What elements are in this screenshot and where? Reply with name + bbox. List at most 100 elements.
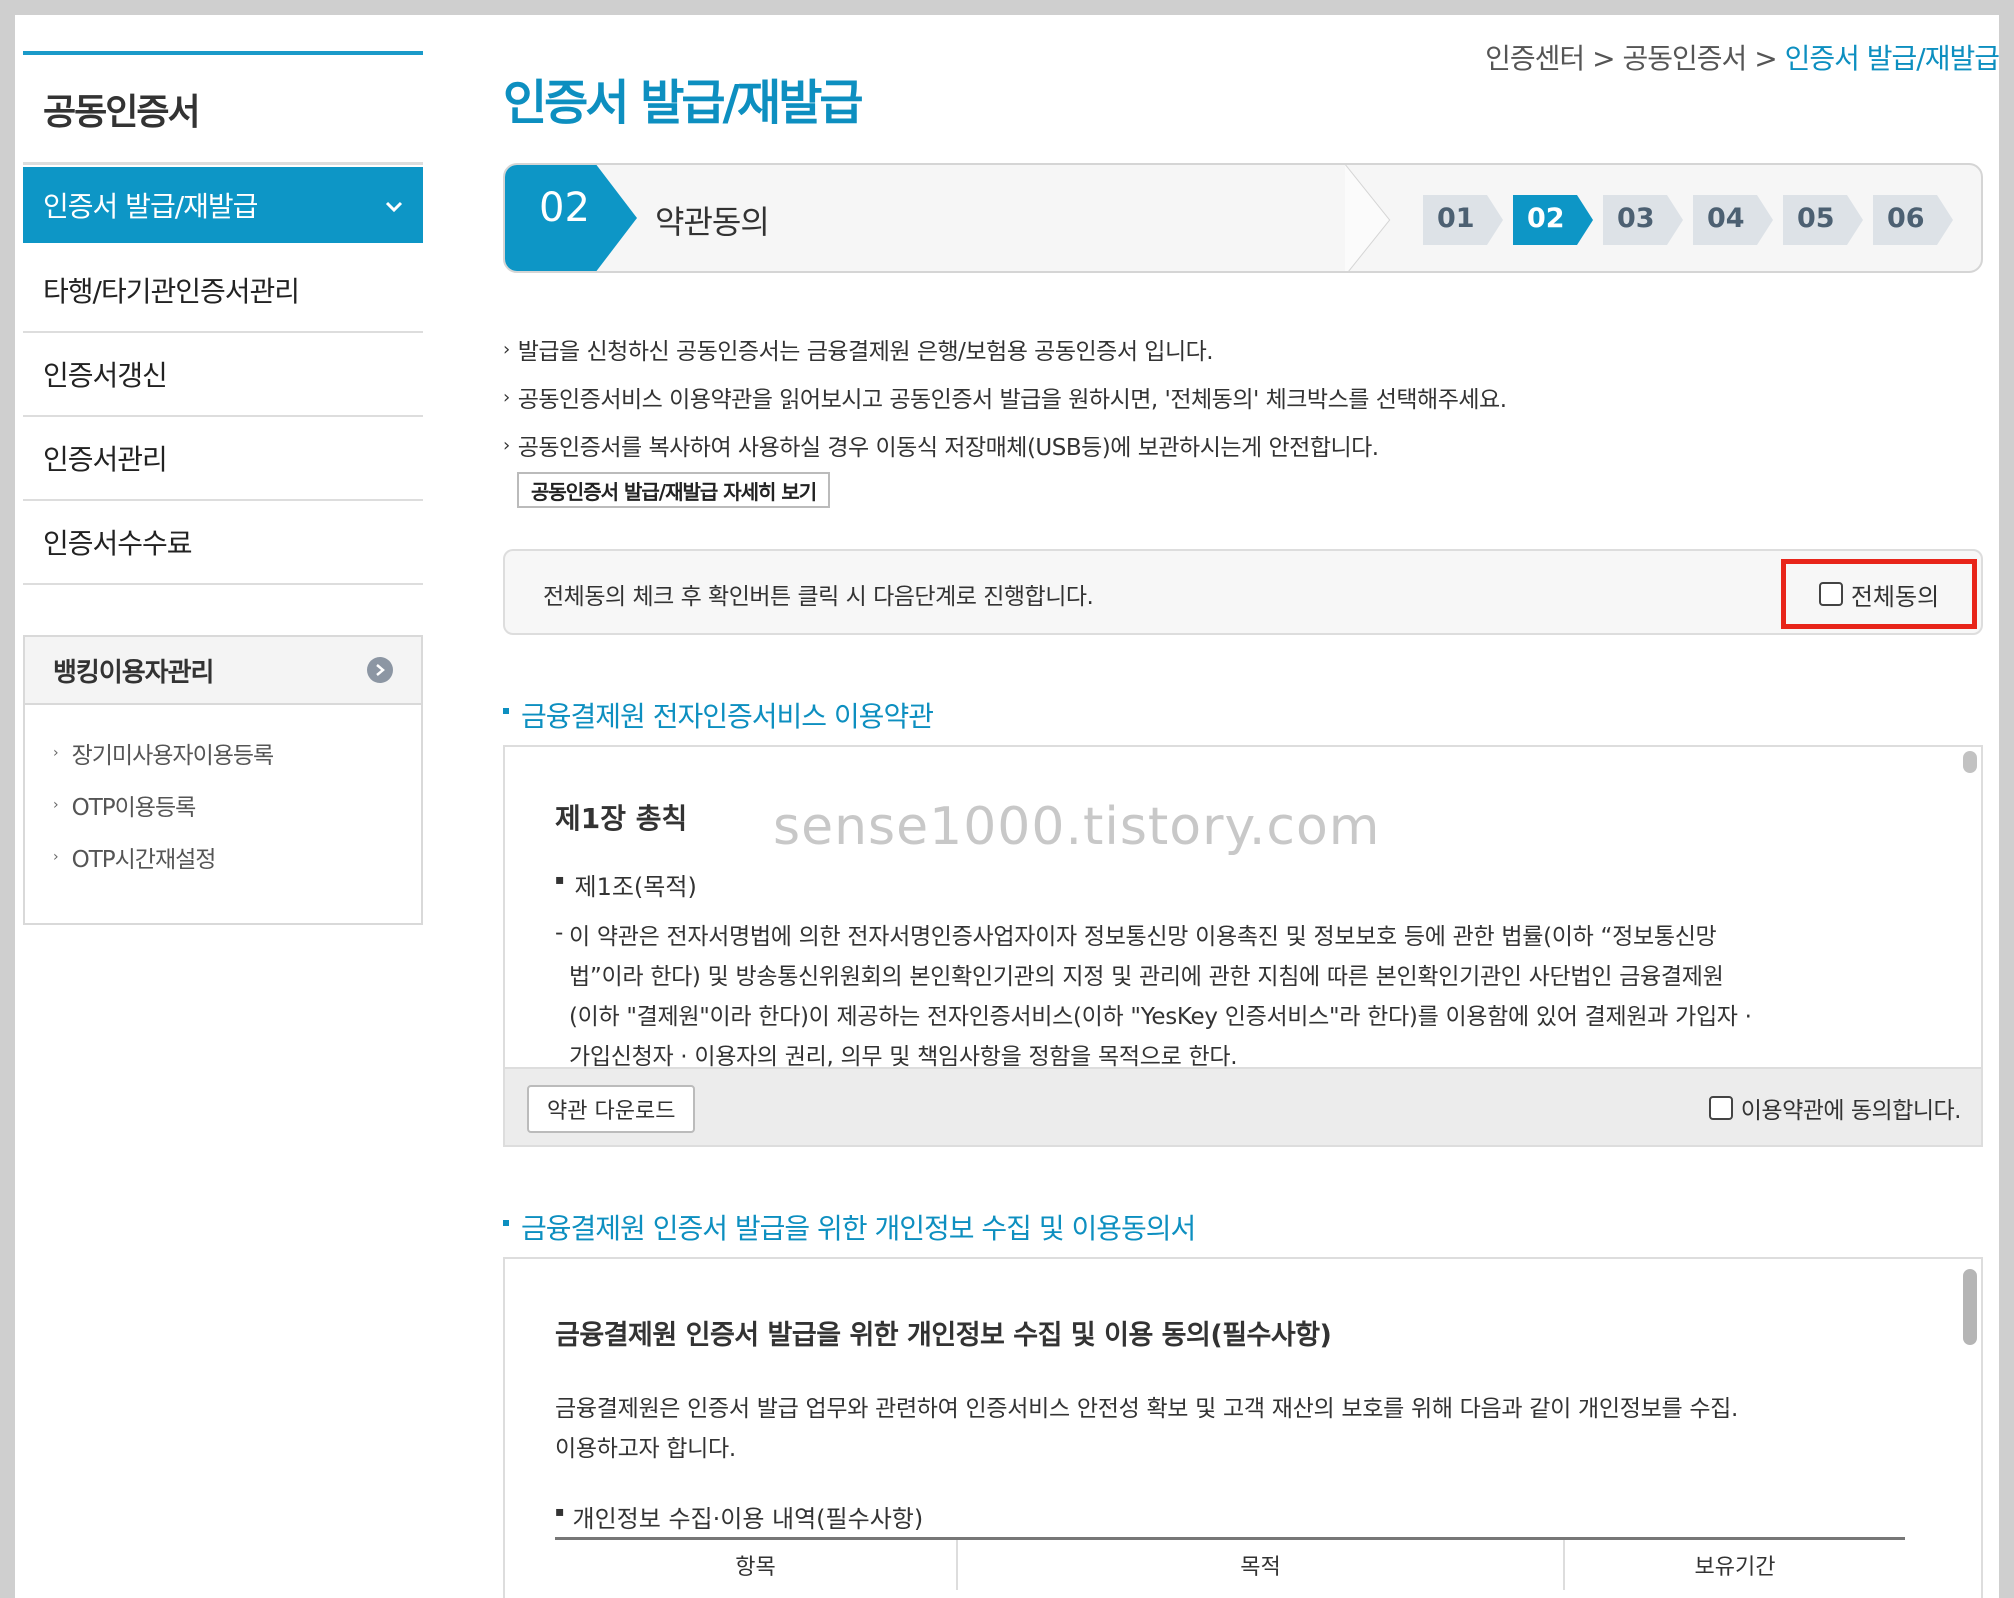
sidebar: 공동인증서 인증서 발급/재발급 타행/타기관인증서관리 인증서갱신 인증서관리…	[23, 51, 423, 925]
notice-item: › 공동인증서를 복사하여 사용하실 경우 이동식 저장매체(USB등)에 보관하…	[503, 421, 1983, 469]
list-item[interactable]: › 장기미사용자이용등록	[53, 727, 421, 779]
dash-bullet: -	[555, 920, 563, 946]
table-header-cell: 보유기간	[1694, 1555, 1776, 1580]
terms-line: 이 약관은 전자서명법에 의한 전자서명인증사업자이자 정보통신망 이용촉진 및…	[569, 924, 1717, 950]
breadcrumb-item[interactable]: 인증센터	[1485, 42, 1585, 75]
notice-text: 공동인증서비스 이용약관을 읽어보시고 공동인증서 발급을 원하시면, '전체동…	[517, 387, 1507, 413]
bullet-icon: ▪	[555, 1503, 565, 1520]
step-pill-05: 05	[1783, 195, 1863, 245]
sidebar-item-issue[interactable]: 인증서 발급/재발급	[23, 167, 423, 243]
agree-all-panel: 전체동의 체크 후 확인버튼 클릭 시 다음단계로 진행합니다. 전체동의	[503, 549, 1983, 635]
privacy-subheading-text: 개인정보 수집·이용 내역(필수사항)	[572, 1505, 924, 1533]
breadcrumb: 인증센터 > 공동인증서 > 인증서 발급/재발급	[1485, 37, 1999, 77]
page-title: 인증서 발급/재발급	[503, 75, 864, 131]
banking-user-box: 뱅킹이용자관리 › 장기미사용자이용등록 › OTP이용등록 › OTP시간재설정	[23, 635, 423, 925]
sidebar-item-manage[interactable]: 인증서관리	[23, 417, 423, 501]
scrollbar[interactable]	[1961, 1261, 1979, 1598]
chevron-right-circle-icon[interactable]	[367, 657, 393, 683]
bullet-icon: ›	[53, 797, 59, 813]
agree-all-checkbox-label[interactable]: 전체동의	[1781, 559, 1977, 629]
terms-scroll-area[interactable]: 제1장 총칙 sense1000.tistory.com ▪ 제1조(목적) -…	[505, 747, 1981, 1067]
list-item[interactable]: › OTP이용등록	[53, 779, 421, 831]
sidebar-item-other-bank[interactable]: 타행/타기관인증서관리	[23, 249, 423, 333]
scrollbar[interactable]	[1961, 749, 1979, 1065]
privacy-table: 항목 목적 보유기간	[555, 1537, 1905, 1590]
step-progress-bar: 02 약관동의 01 02 03 04 05 06	[503, 163, 1983, 273]
terms-line: 가입신청자 · 이용자의 권리, 의무 및 책임사항을 정함을 목적으로 한다.	[569, 1044, 1238, 1067]
list-item-label: OTP시간재설정	[71, 847, 217, 873]
list-item-label: 장기미사용자이용등록	[71, 743, 275, 769]
privacy-intro-line: 이용하고자 합니다.	[555, 1436, 736, 1462]
agree-terms-label: 이용약관에 동의합니다.	[1740, 1098, 1962, 1124]
banking-user-list: › 장기미사용자이용등록 › OTP이용등록 › OTP시간재설정	[25, 705, 421, 923]
scrollbar-thumb[interactable]	[1963, 751, 1977, 773]
step-number: 01	[1437, 203, 1475, 234]
step-pill-03: 03	[1603, 195, 1683, 245]
section-title-privacy: 금융결제원 인증서 발급을 위한 개인정보 수집 및 이용동의서	[503, 1207, 1196, 1247]
sidebar-item-label: 인증서관리	[43, 443, 168, 476]
notice-item: › 발급을 신청하신 공동인증서는 금융결제원 은행/보험용 공동인증서 입니다.	[503, 325, 1983, 373]
bullet-icon: ›	[53, 745, 59, 761]
step-number: 02	[1527, 203, 1565, 234]
step-number: 04	[1707, 203, 1745, 234]
scrollbar-thumb[interactable]	[1963, 1269, 1977, 1345]
download-terms-button[interactable]: 약관 다운로드	[527, 1085, 696, 1133]
section-title-terms: 금융결제원 전자인증서비스 이용약관	[503, 695, 934, 735]
square-bullet-icon	[503, 1220, 509, 1226]
current-step-number: 02	[539, 185, 590, 231]
terms-line: (이하 "결제원"이라 한다)이 제공하는 전자인증서비스(이하 "YesKey…	[569, 1004, 1752, 1030]
terms-box: 제1장 총칙 sense1000.tistory.com ▪ 제1조(목적) -…	[503, 745, 1983, 1147]
step-number: 05	[1797, 203, 1835, 234]
bullet-icon: ▪	[555, 871, 565, 888]
watermark: sense1000.tistory.com	[773, 797, 1381, 857]
step-divider	[1344, 165, 1405, 271]
view-detail-button[interactable]: 공동인증서 발급/재발급 자세히 보기	[517, 472, 831, 508]
arrow-right-icon: ›	[503, 434, 510, 456]
notice-text: 발급을 신청하신 공동인증서는 금융결제원 은행/보험용 공동인증서 입니다.	[517, 339, 1214, 365]
terms-article: ▪ 제1조(목적)	[555, 867, 697, 902]
agree-all-label: 전체동의	[1850, 582, 1940, 611]
step-number: 03	[1617, 203, 1655, 234]
sidebar-item-renew[interactable]: 인증서갱신	[23, 333, 423, 417]
sidebar-item-label: 타행/타기관인증서관리	[43, 275, 300, 308]
sidebar-item-label: 인증서갱신	[43, 359, 168, 392]
agree-terms-checkbox-label[interactable]: 이용약관에 동의합니다.	[1708, 1091, 1962, 1125]
chevron-down-icon	[385, 191, 403, 219]
page-frame: 공동인증서 인증서 발급/재발급 타행/타기관인증서관리 인증서갱신 인증서관리…	[15, 15, 1999, 1598]
sidebar-item-label: 인증서 발급/재발급	[43, 190, 258, 223]
bullet-icon: ›	[53, 849, 59, 865]
table-header-cell: 목적	[958, 1540, 1565, 1590]
privacy-intro-line: 금융결제원은 인증서 발급 업무와 관련하여 인증서비스 안전성 확보 및 고객…	[555, 1396, 1739, 1422]
agree-all-checkbox[interactable]	[1818, 582, 1843, 606]
breadcrumb-current: 인증서 발급/재발급	[1784, 42, 1999, 75]
current-step-label: 약관동의	[655, 203, 770, 241]
step-list: 01 02 03 04 05 06	[1423, 195, 1963, 245]
privacy-heading: 금융결제원 인증서 발급을 위한 개인정보 수집 및 이용 동의(필수사항)	[555, 1320, 1332, 1351]
sidebar-item-label: 인증서수수료	[43, 527, 193, 560]
agree-all-instruction: 전체동의 체크 후 확인버튼 클릭 시 다음단계로 진행합니다.	[543, 584, 1094, 610]
sidebar-item-fee[interactable]: 인증서수수료	[23, 501, 423, 585]
banking-user-header[interactable]: 뱅킹이용자관리	[25, 637, 421, 705]
notice-item: › 공동인증서비스 이용약관을 읽어보시고 공동인증서 발급을 원하시면, '전체…	[503, 373, 1983, 421]
arrow-right-icon: ›	[503, 338, 510, 360]
table-header-row: 항목 목적 보유기간	[555, 1540, 1905, 1590]
breadcrumb-item[interactable]: 공동인증서	[1622, 42, 1747, 75]
list-item[interactable]: › OTP시간재설정	[53, 831, 421, 883]
agree-terms-checkbox[interactable]	[1708, 1096, 1733, 1120]
terms-article-title: 제1조(목적)	[574, 873, 697, 901]
step-number: 06	[1887, 203, 1925, 234]
section-title-text: 금융결제원 전자인증서비스 이용약관	[521, 700, 934, 733]
arrow-right-icon: ›	[503, 386, 510, 408]
notice-text: 공동인증서를 복사하여 사용하실 경우 이동식 저장매체(USB등)에 보관하시…	[517, 435, 1379, 461]
terms-footer: 약관 다운로드 이용약관에 동의합니다.	[505, 1067, 1981, 1145]
privacy-box[interactable]: 금융결제원 인증서 발급을 위한 개인정보 수집 및 이용 동의(필수사항) 금…	[503, 1257, 1983, 1598]
sidebar-menu: 인증서 발급/재발급 타행/타기관인증서관리 인증서갱신 인증서관리 인증서수수…	[23, 167, 423, 585]
square-bullet-icon	[503, 708, 509, 714]
terms-chapter: 제1장 총칙	[555, 802, 688, 835]
step-pill-06: 06	[1873, 195, 1953, 245]
notice-list: › 발급을 신청하신 공동인증서는 금융결제원 은행/보험용 공동인증서 입니다.…	[503, 325, 1983, 508]
step-pill-02: 02	[1513, 195, 1593, 245]
section-title-text: 금융결제원 인증서 발급을 위한 개인정보 수집 및 이용동의서	[521, 1212, 1196, 1245]
banking-user-title: 뱅킹이용자관리	[53, 657, 214, 688]
terms-body: - 이 약관은 전자서명법에 의한 전자서명인증사업자이자 정보통신망 이용촉진…	[555, 917, 1935, 1067]
